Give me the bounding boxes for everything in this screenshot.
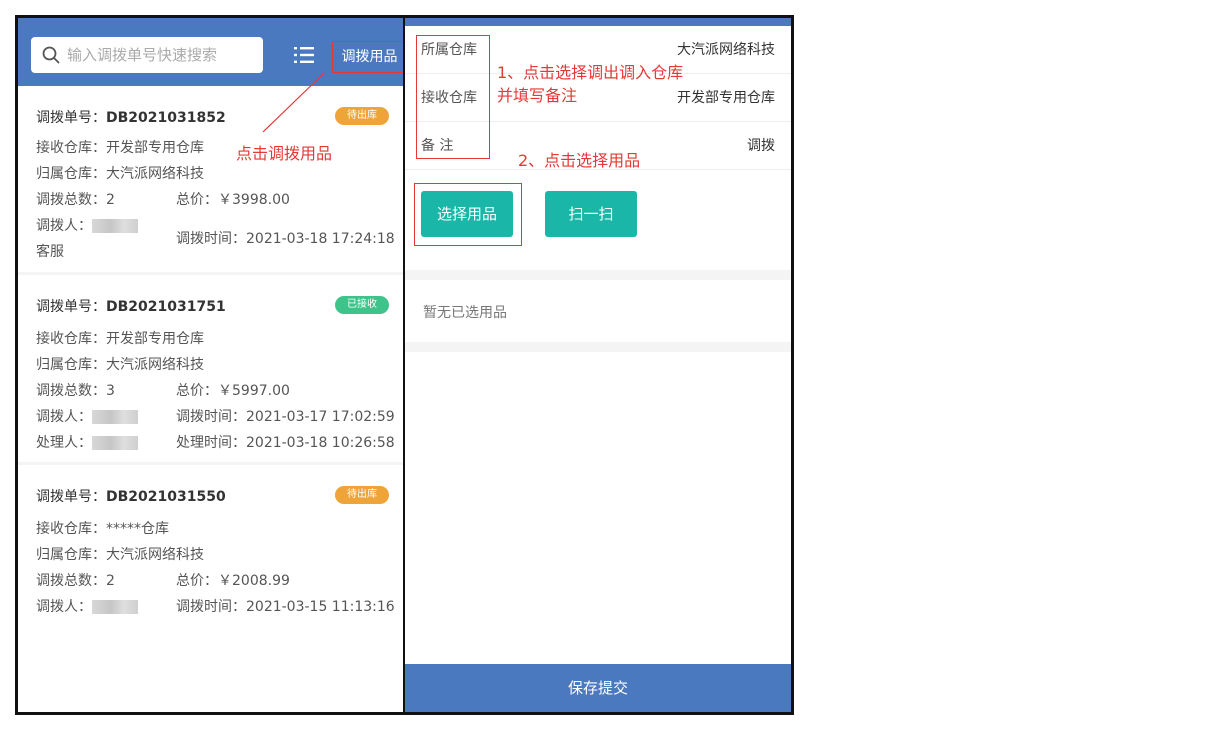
blurred-name [92,219,138,233]
blurred-name [92,410,138,424]
transfer-person-suffix: 客服 [36,244,64,260]
handle-time: 处理时间：2021-03-18 10:26:58 [176,435,395,451]
header-strip [405,18,791,26]
transfer-count: 调拨总数：3 [36,383,115,399]
remark-value[interactable]: 调拨 [747,135,775,155]
transfer-supplies-button[interactable]: 调拨用品 [332,41,403,73]
total-price: 总价：￥2008.99 [176,573,290,589]
transfer-form-screen: 所属仓库 大汽派网络科技 接收仓库 开发部专用仓库 备 注 调拨 选择用品 扫一… [403,15,794,715]
order-id: DB2021031550 [106,489,226,505]
annotation-step1-line2: 并填写备注 [497,86,578,105]
receive-warehouse: 接收仓库：*****仓库 [36,521,169,537]
list-menu-icon[interactable] [294,45,314,65]
scan-button[interactable]: 扫一扫 [545,191,637,237]
blurred-name [92,600,138,614]
owner-warehouse: 归属仓库：大汽派网络科技 [36,547,204,563]
order-card[interactable]: 调拨单号：DB2021031550 待出库 接收仓库：*****仓库 归属仓库：… [18,465,403,635]
transfer-person-label: 调拨人： [36,596,138,616]
transfer-time: 调拨时间：2021-03-18 17:24:18 [176,231,395,247]
order-id-row: 调拨单号：DB2021031751 [36,296,226,316]
order-id-label: 调拨单号： [36,299,106,315]
transfer-count: 调拨总数：2 [36,192,115,208]
annotation-step2: 2、点击选择用品 [518,151,641,170]
person-label: 调拨人： [36,409,92,425]
order-card[interactable]: 调拨单号：DB2021031852 待出库 接收仓库：开发部专用仓库 归属仓库：… [18,86,403,274]
owner-warehouse: 归属仓库：大汽派网络科技 [36,166,204,182]
transfer-person-label: 调拨人： [36,406,138,426]
owner-warehouse: 归属仓库：大汽派网络科技 [36,357,204,373]
order-card[interactable]: 调拨单号：DB2021031751 已接收 接收仓库：开发部专用仓库 归属仓库：… [18,275,403,463]
section-divider [405,270,791,280]
annotation-step1-line1: 1、点击选择调出调入仓库 [497,63,684,82]
search-input[interactable] [67,43,257,67]
person-label: 调拨人： [36,218,92,234]
status-badge: 待出库 [335,486,389,504]
order-id-row: 调拨单号：DB2021031852 [36,107,226,127]
save-submit-button[interactable]: 保存提交 [405,664,791,712]
source-warehouse-value[interactable]: 大汽派网络科技 [677,39,775,59]
order-id: DB2021031852 [106,110,226,126]
annotation-box-select-button [414,183,522,246]
receive-warehouse: 接收仓库：开发部专用仓库 [36,140,204,156]
header-bar: 调拨用品 [18,18,403,86]
transfer-person-label: 调拨人： [36,215,138,235]
empty-selection-text: 暂无已选用品 [423,305,507,321]
order-id-label: 调拨单号： [36,110,106,126]
person-label: 调拨人： [36,599,92,615]
section-divider [405,342,791,352]
status-badge: 待出库 [335,107,389,125]
annotation-left-hint: 点击调拨用品 [236,144,333,163]
transfer-time: 调拨时间：2021-03-15 11:13:16 [176,599,395,615]
total-price: 总价：￥3998.00 [176,192,290,208]
annotation-box-form-labels [416,35,490,159]
receive-warehouse: 接收仓库：开发部专用仓库 [36,331,204,347]
order-id: DB2021031751 [106,299,226,315]
handler-label: 处理人： [36,432,138,452]
status-badge: 已接收 [335,296,389,314]
transfer-count: 调拨总数：2 [36,573,115,589]
transfer-time: 调拨时间：2021-03-17 17:02:59 [176,409,395,425]
receive-warehouse-value[interactable]: 开发部专用仓库 [677,87,775,107]
total-price: 总价：￥5997.00 [176,383,290,399]
search-box[interactable] [31,37,263,73]
handler-label-text: 处理人： [36,435,92,451]
search-icon [42,46,60,64]
order-id-label: 调拨单号： [36,489,106,505]
transfer-list-screen: 调拨用品 调拨单号：DB2021031852 待出库 接收仓库：开发部专用仓库 … [15,15,405,715]
blurred-name [92,436,138,450]
order-id-row: 调拨单号：DB2021031550 [36,486,226,506]
